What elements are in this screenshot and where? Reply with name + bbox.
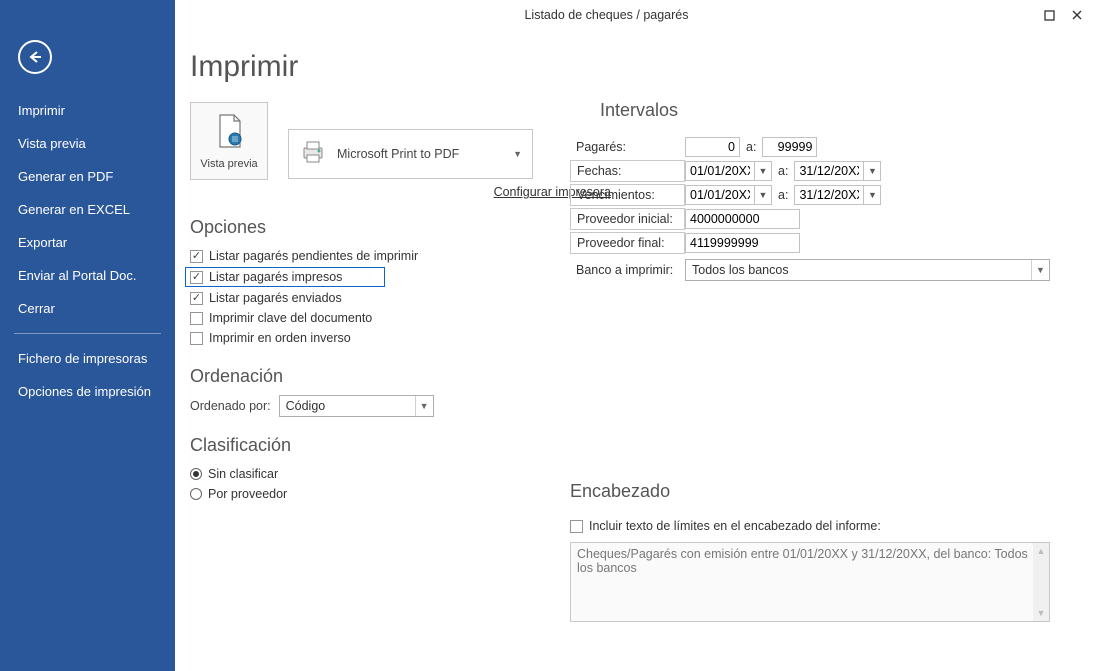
- sidebar-item-enviar-portal[interactable]: Enviar al Portal Doc.: [0, 259, 175, 292]
- opcion-label: Listar pagarés pendientes de imprimir: [209, 249, 418, 263]
- encabezado-text: Cheques/Pagarés con emisión entre 01/01/…: [577, 547, 1028, 575]
- sidebar-item-generar-excel[interactable]: Generar en EXCEL: [0, 193, 175, 226]
- printer-name: Microsoft Print to PDF: [337, 147, 513, 161]
- incluir-limites-label: Incluir texto de límites en el encabezad…: [589, 519, 881, 533]
- window-title: Listado de cheques / pagarés: [175, 8, 1038, 22]
- a-label: a:: [778, 188, 788, 202]
- pagares-label: Pagarés:: [570, 140, 685, 154]
- configure-printer-link[interactable]: Configurar impresora: [268, 185, 611, 199]
- sidebar-item-exportar[interactable]: Exportar: [0, 226, 175, 259]
- intervalos-heading: Intervalos: [600, 100, 1050, 121]
- document-preview-icon: [214, 113, 244, 154]
- chevron-down-icon[interactable]: ▼: [864, 161, 881, 181]
- proveedor-final-input[interactable]: [685, 233, 800, 253]
- vista-previa-label: Vista previa: [200, 158, 257, 170]
- chevron-down-icon: ▼: [513, 149, 522, 159]
- clasificacion-label: Por proveedor: [208, 487, 287, 501]
- back-button[interactable]: [18, 40, 52, 74]
- ordenado-por-combo[interactable]: Código ▼: [279, 395, 434, 417]
- a-label: a:: [778, 164, 788, 178]
- checkbox-icon: [190, 292, 203, 305]
- checkbox-icon: [190, 312, 203, 325]
- proveedor-final-button[interactable]: Proveedor final:: [570, 232, 685, 254]
- pagares-from-input[interactable]: [685, 137, 740, 157]
- page-title: Imprimir: [190, 50, 1084, 84]
- fechas-to-date[interactable]: ▼: [794, 161, 881, 181]
- banco-combo[interactable]: Todos los bancos ▼: [685, 259, 1050, 281]
- vista-previa-button[interactable]: Vista previa: [190, 102, 268, 180]
- chevron-down-icon: ▼: [1036, 265, 1045, 275]
- fechas-button[interactable]: Fechas:: [570, 160, 685, 182]
- fechas-to-input[interactable]: [794, 161, 864, 181]
- sidebar-item-cerrar[interactable]: Cerrar: [0, 292, 175, 325]
- scroll-up-icon[interactable]: ▲: [1033, 543, 1049, 559]
- printer-icon: [299, 140, 327, 169]
- vencimientos-button[interactable]: Vencimientos:: [570, 184, 685, 206]
- incluir-limites-checkbox[interactable]: Incluir texto de límites en el encabezad…: [570, 516, 1050, 536]
- sidebar-item-imprimir[interactable]: Imprimir: [0, 94, 175, 127]
- ordenado-por-label: Ordenado por:: [190, 399, 271, 413]
- close-button[interactable]: [1066, 4, 1088, 26]
- checkbox-icon: [190, 332, 203, 345]
- proveedor-inicial-button[interactable]: Proveedor inicial:: [570, 208, 685, 230]
- clasificacion-label: Sin clasificar: [208, 467, 278, 481]
- encabezado-textarea[interactable]: Cheques/Pagarés con emisión entre 01/01/…: [570, 542, 1050, 622]
- chevron-down-icon[interactable]: ▼: [864, 185, 881, 205]
- opcion-label: Imprimir en orden inverso: [209, 331, 351, 345]
- venc-from-date[interactable]: ▼: [685, 185, 772, 205]
- radio-icon: [190, 468, 202, 480]
- proveedor-inicial-input[interactable]: [685, 209, 800, 229]
- printer-selector[interactable]: Microsoft Print to PDF ▼: [288, 129, 533, 179]
- fechas-from-date[interactable]: ▼: [685, 161, 772, 181]
- venc-from-input[interactable]: [685, 185, 755, 205]
- encabezado-heading: Encabezado: [570, 481, 1050, 502]
- opcion-label: Imprimir clave del documento: [209, 311, 372, 325]
- venc-to-date[interactable]: ▼: [794, 185, 881, 205]
- ordenado-por-value: Código: [280, 399, 415, 413]
- banco-value: Todos los bancos: [686, 263, 1031, 277]
- banco-label: Banco a imprimir:: [570, 263, 685, 277]
- fechas-from-input[interactable]: [685, 161, 755, 181]
- sidebar-item-fichero-impresoras[interactable]: Fichero de impresoras: [0, 342, 175, 375]
- radio-icon: [190, 488, 202, 500]
- opcion-checkbox-1[interactable]: Listar pagarés impresos: [185, 267, 385, 287]
- sidebar-item-opciones-impresion[interactable]: Opciones de impresión: [0, 375, 175, 408]
- sidebar-item-vista-previa[interactable]: Vista previa: [0, 127, 175, 160]
- opcion-label: Listar pagarés impresos: [209, 270, 342, 284]
- checkbox-icon: [190, 250, 203, 263]
- chevron-down-icon[interactable]: ▼: [755, 185, 772, 205]
- chevron-down-icon: ▼: [420, 401, 429, 411]
- a-label: a:: [746, 140, 756, 154]
- pagares-to-input[interactable]: [762, 137, 817, 157]
- sidebar-item-generar-pdf[interactable]: Generar en PDF: [0, 160, 175, 193]
- checkbox-icon: [190, 271, 203, 284]
- venc-to-input[interactable]: [794, 185, 864, 205]
- scrollbar[interactable]: ▲ ▼: [1033, 543, 1049, 621]
- maximize-button[interactable]: [1038, 4, 1060, 26]
- opcion-label: Listar pagarés enviados: [209, 291, 342, 305]
- chevron-down-icon[interactable]: ▼: [755, 161, 772, 181]
- scroll-down-icon[interactable]: ▼: [1033, 605, 1049, 621]
